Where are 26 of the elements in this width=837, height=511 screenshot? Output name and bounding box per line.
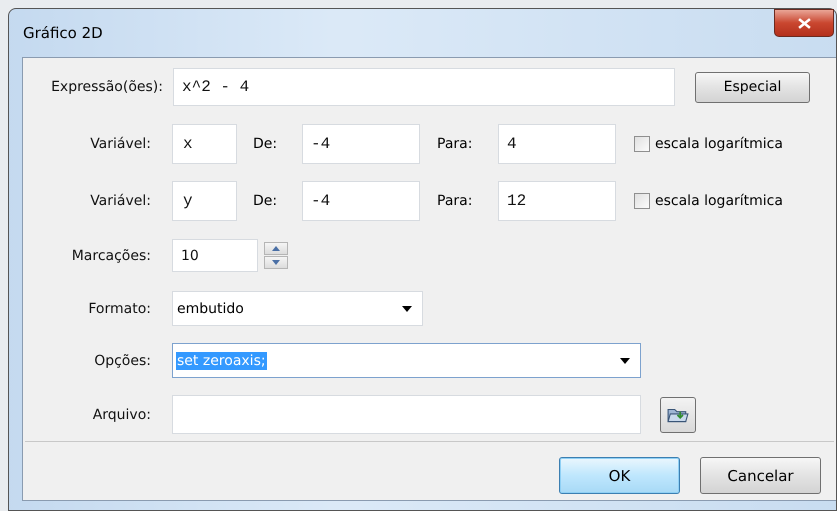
field-label: Marcações: bbox=[70, 248, 152, 264]
field-label: Opções: bbox=[93, 352, 152, 368]
ok-button[interactable]: OK bbox=[559, 457, 680, 494]
to-field[interactable]: 4 bbox=[498, 124, 616, 164]
number-field[interactable]: 10 bbox=[172, 239, 258, 272]
field-label: Para: bbox=[436, 193, 474, 209]
variable-field[interactable]: x bbox=[172, 124, 237, 164]
format-dropdown[interactable]: embutido bbox=[172, 291, 423, 326]
field-label: De: bbox=[252, 136, 278, 152]
from-field[interactable]: -4 bbox=[302, 181, 420, 221]
checkbox-label: escala logarítmica bbox=[655, 136, 783, 152]
field-label: Formato: bbox=[87, 300, 152, 316]
field-label: Para: bbox=[436, 136, 474, 152]
window-title: Gráfico 2D bbox=[22, 24, 103, 42]
field-label: Variável: bbox=[89, 193, 152, 209]
field-label: Variável: bbox=[89, 136, 152, 152]
cancel-button[interactable]: Cancelar bbox=[700, 457, 821, 494]
field-label: De: bbox=[252, 193, 278, 209]
field-label: Arquivo: bbox=[92, 406, 152, 422]
field-label: Expressão(ões): bbox=[50, 79, 164, 95]
to-field[interactable]: 12 bbox=[498, 181, 616, 221]
checkbox-label: escala logarítmica bbox=[655, 193, 783, 209]
variable-field[interactable]: y bbox=[172, 181, 237, 221]
from-field[interactable]: -4 bbox=[302, 124, 420, 164]
expression-field[interactable]: x^2 - 4 bbox=[173, 68, 675, 106]
special-button[interactable]: Especial bbox=[695, 72, 810, 102]
